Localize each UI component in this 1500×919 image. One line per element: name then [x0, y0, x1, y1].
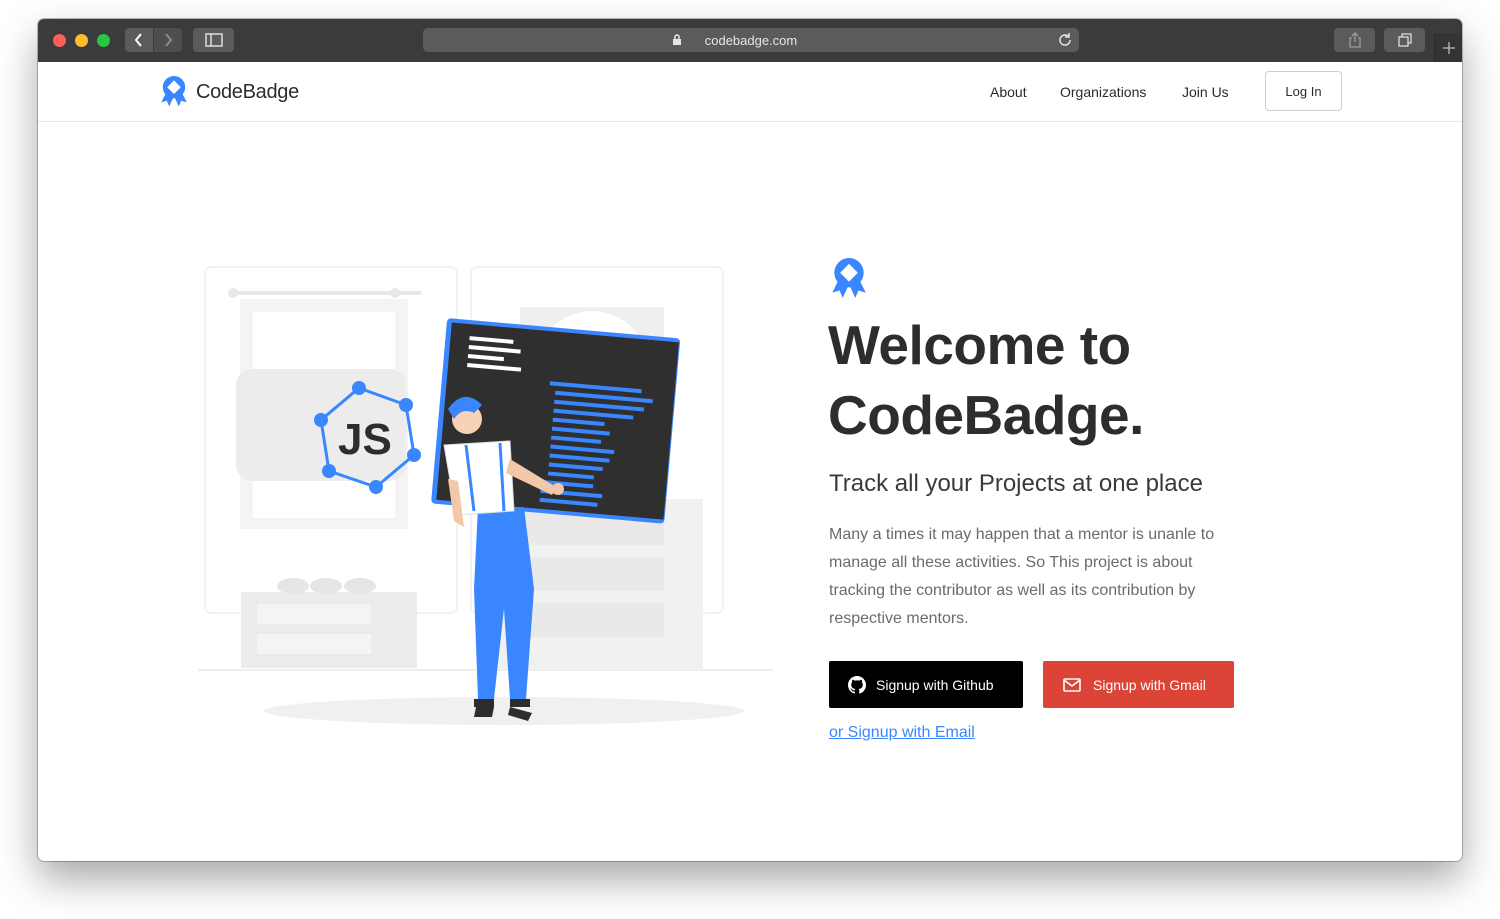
reload-icon[interactable]: [1057, 32, 1073, 48]
signup-gmail-label: Signup with Gmail: [1093, 676, 1206, 693]
nav-about[interactable]: About: [990, 84, 1027, 100]
plus-icon: [1443, 41, 1455, 54]
close-window-button[interactable]: [53, 34, 66, 47]
tab-overview-button[interactable]: [1384, 28, 1425, 52]
badge-icon: [161, 76, 187, 107]
hero-description: Many a times it may happen that a mentor…: [829, 526, 1215, 627]
hero-subtitle: Track all your Projects at one place: [829, 470, 1203, 497]
lock-icon: [673, 34, 681, 45]
nav-organizations[interactable]: Organizations: [1060, 84, 1146, 100]
signup-github-label: Signup with Github: [876, 676, 994, 693]
share-button[interactable]: [1334, 28, 1375, 52]
tabs-icon: [1397, 33, 1412, 47]
browser-window: codebadge.com CodeBadge About Organizati…: [38, 19, 1462, 861]
address-bar[interactable]: codebadge.com: [423, 28, 1079, 52]
login-button[interactable]: Log In: [1265, 71, 1342, 111]
hero-badge-icon: [832, 258, 866, 298]
minimize-window-button[interactable]: [75, 34, 88, 47]
maximize-window-button[interactable]: [97, 34, 110, 47]
github-icon: [848, 675, 866, 694]
chevron-left-icon: [134, 33, 142, 47]
back-button[interactable]: [125, 28, 153, 52]
sidebar-toggle-button[interactable]: [193, 28, 234, 52]
new-tab-button[interactable]: [1434, 33, 1462, 62]
nav-join-us[interactable]: Join Us: [1182, 84, 1229, 100]
mail-icon: [1063, 677, 1081, 692]
signup-email-link[interactable]: or Signup with Email: [829, 724, 975, 742]
chevron-right-icon: [165, 33, 173, 47]
share-icon: [1348, 32, 1361, 48]
hero-title: Welcome to CodeBadge.: [828, 314, 1144, 446]
brand-logo[interactable]: CodeBadge: [158, 75, 299, 109]
signup-gmail-button[interactable]: Signup with Gmail: [1043, 661, 1234, 708]
hero-illustration: JS: [198, 266, 773, 725]
signup-github-button[interactable]: Signup with Github: [829, 661, 1023, 708]
sidebar-icon: [204, 33, 223, 47]
brand-name: CodeBadge: [196, 80, 299, 103]
js-label: JS: [338, 415, 392, 464]
browser-toolbar: codebadge.com: [38, 19, 1462, 62]
forward-button[interactable]: [154, 28, 182, 52]
site-header: CodeBadge About Organizations Join Us Lo…: [38, 62, 1462, 122]
url-text: codebadge.com: [704, 32, 798, 48]
